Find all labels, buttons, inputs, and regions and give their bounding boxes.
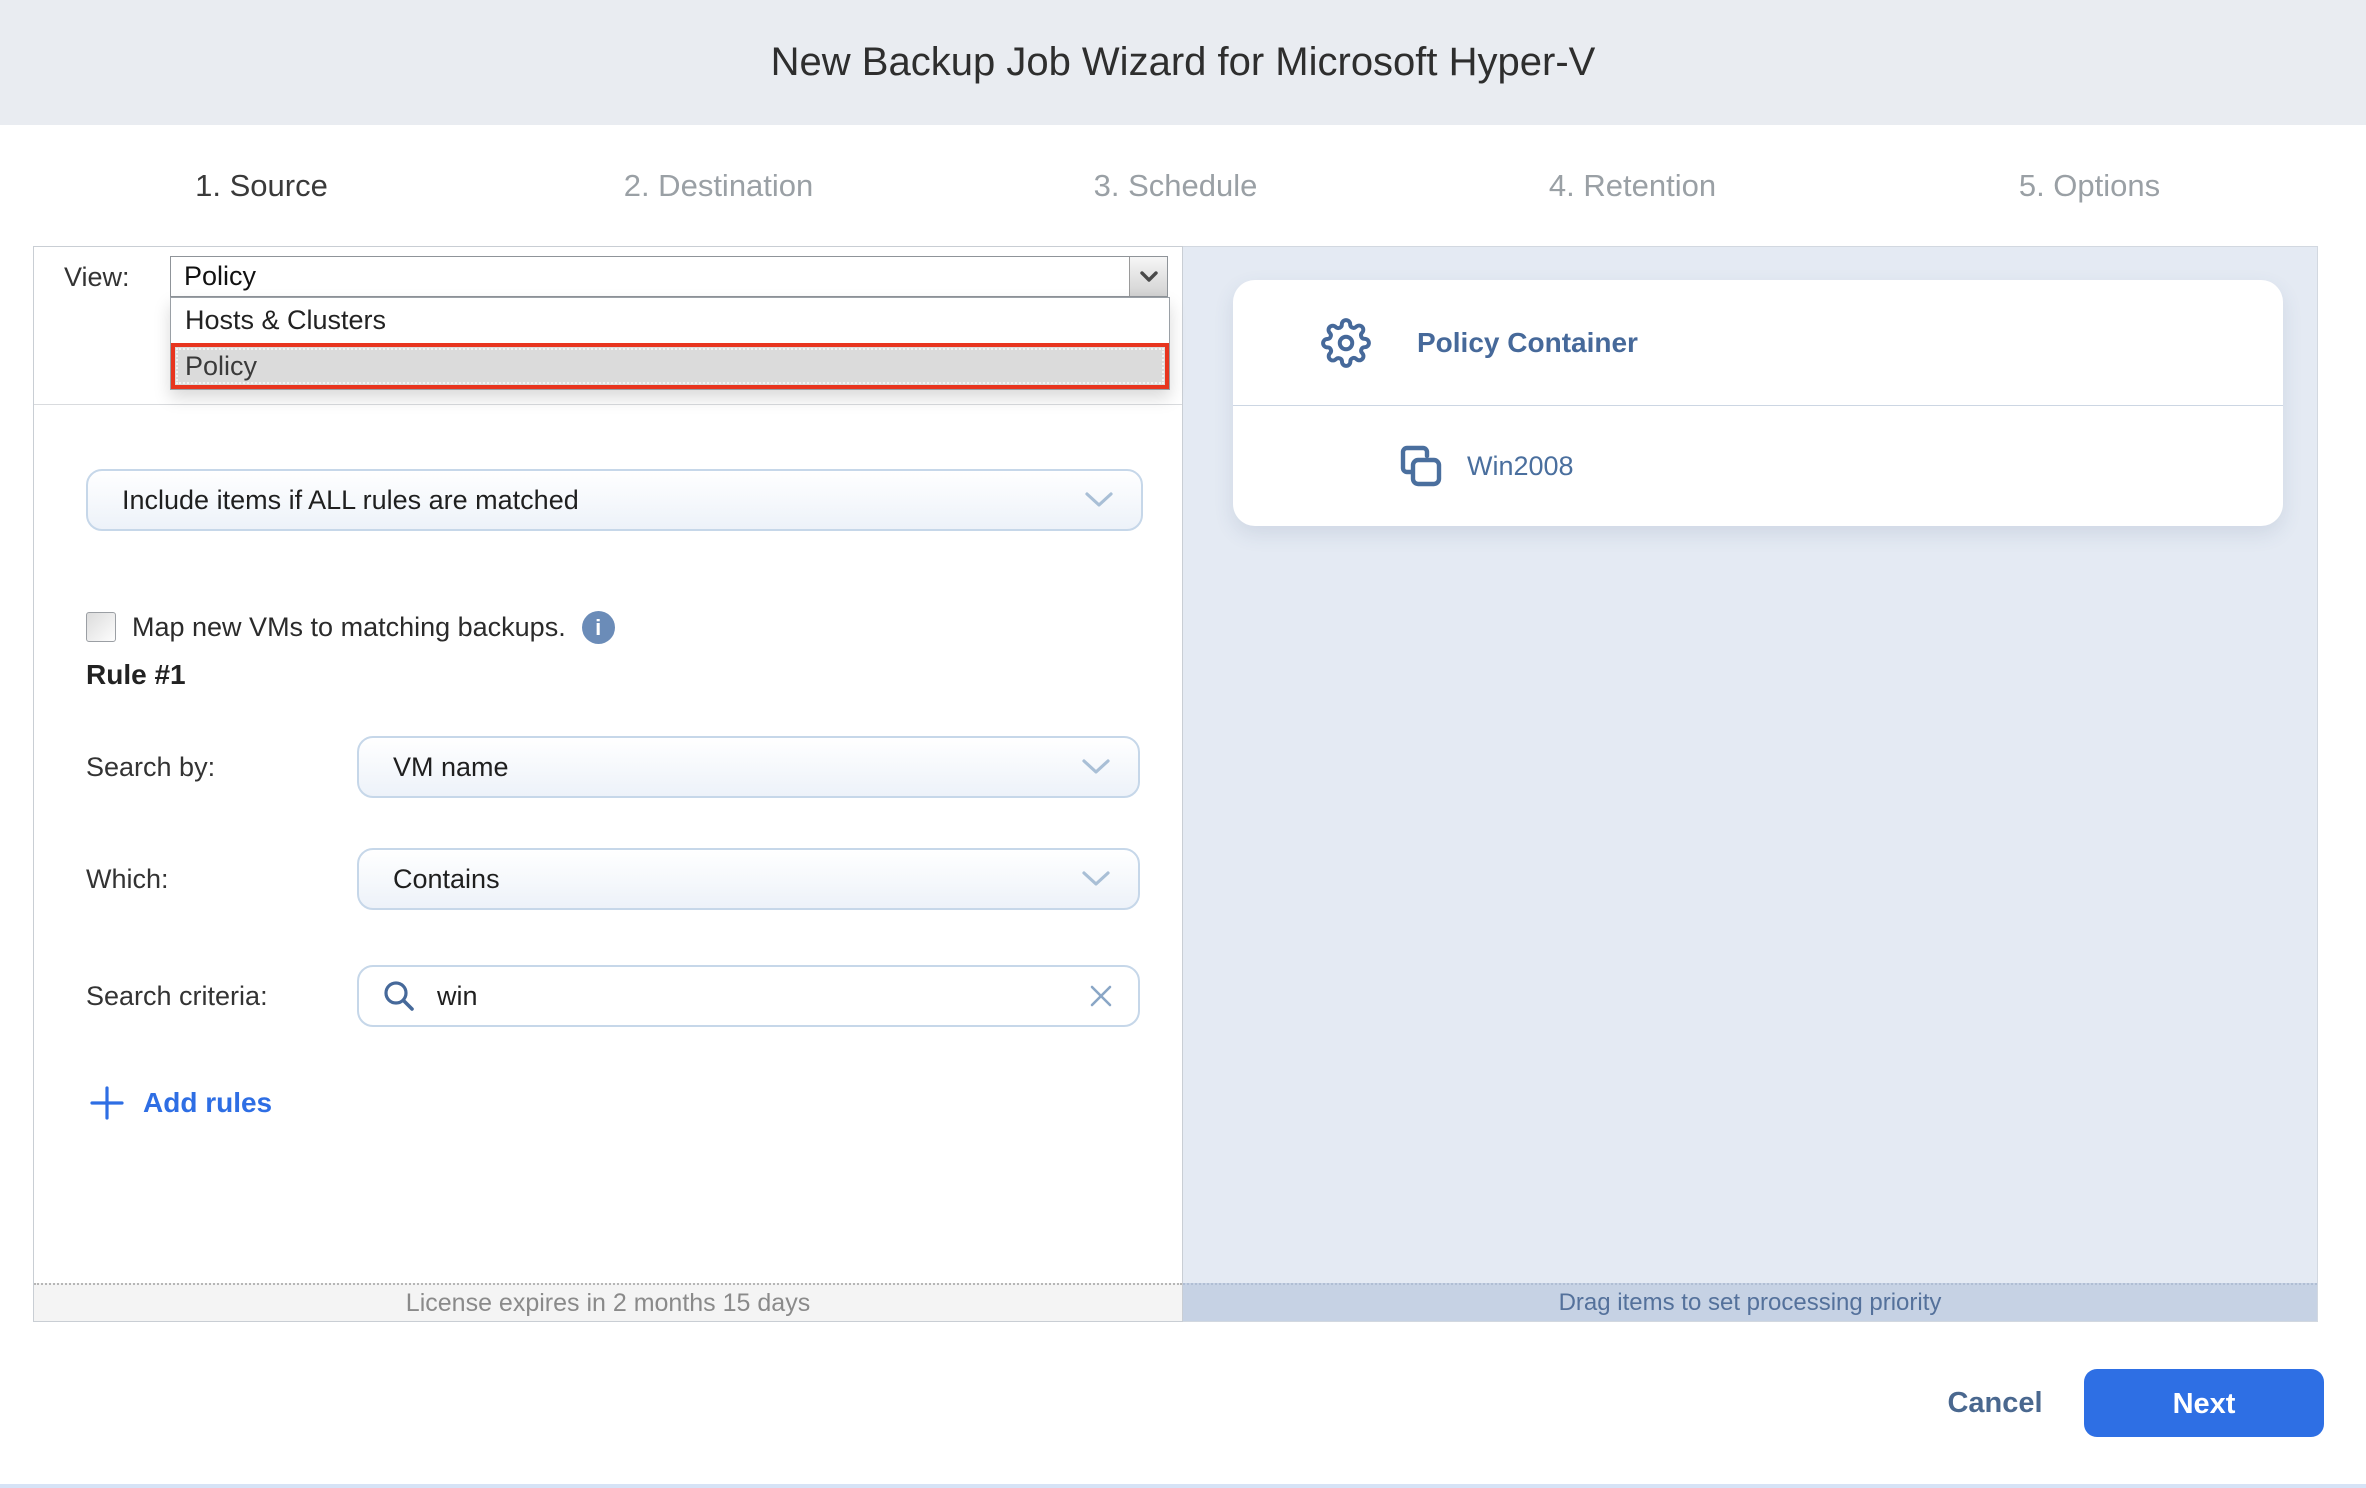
page-title: New Backup Job Wizard for Microsoft Hype…: [0, 0, 2366, 125]
search-by-value: VM name: [359, 752, 1082, 783]
step-schedule[interactable]: 3. Schedule: [947, 125, 1404, 246]
view-row: View: Policy Hosts & Clusters Policy: [34, 247, 1182, 405]
license-status-bar: License expires in 2 months 15 days: [34, 1283, 1182, 1321]
drag-hint-bar: Drag items to set processing priority: [1183, 1283, 2317, 1321]
step-retention[interactable]: 4. Retention: [1404, 125, 1861, 246]
view-combobox-value: Policy: [171, 257, 1129, 296]
include-rule-select[interactable]: Include items if ALL rules are matched: [86, 469, 1143, 531]
view-combobox-arrow-button[interactable]: [1129, 257, 1167, 296]
view-dropdown-list: Hosts & Clusters Policy: [170, 297, 1170, 390]
vm-item-label: Win2008: [1467, 451, 1574, 482]
include-rule-value: Include items if ALL rules are matched: [88, 485, 1085, 516]
view-option-policy[interactable]: Policy: [175, 347, 1165, 385]
search-criteria-field: [357, 965, 1140, 1027]
policy-container-label: Policy Container: [1417, 327, 1638, 359]
search-by-label: Search by:: [86, 747, 215, 787]
chevron-down-icon: [1082, 759, 1110, 776]
plus-icon: [89, 1085, 125, 1121]
add-rules-label: Add rules: [143, 1087, 272, 1119]
vm-icon: [1397, 442, 1445, 490]
chevron-down-icon: [1085, 492, 1113, 509]
chevron-down-icon: [1082, 871, 1110, 888]
step-source[interactable]: 1. Source: [33, 125, 490, 246]
policy-container-card: Policy Container Win2008: [1233, 280, 2283, 526]
which-label: Which:: [86, 859, 169, 899]
wizard-header: New Backup Job Wizard for Microsoft Hype…: [0, 0, 2366, 125]
search-icon: [381, 978, 417, 1014]
which-value: Contains: [359, 864, 1082, 895]
chevron-down-icon: [1140, 271, 1158, 283]
map-vms-label: Map new VMs to matching backups.: [132, 612, 566, 643]
next-button[interactable]: Next: [2084, 1369, 2324, 1437]
search-by-select[interactable]: VM name: [357, 736, 1140, 798]
search-criteria-label: Search criteria:: [86, 976, 268, 1016]
policy-container-row[interactable]: Policy Container: [1233, 280, 2283, 406]
vm-list-item[interactable]: Win2008: [1233, 406, 2283, 526]
view-option-hosts-clusters[interactable]: Hosts & Clusters: [171, 298, 1169, 343]
map-vms-row: Map new VMs to matching backups. i: [86, 605, 615, 649]
step-destination[interactable]: 2. Destination: [490, 125, 947, 246]
step-options[interactable]: 5. Options: [1861, 125, 2318, 246]
map-vms-checkbox[interactable]: [86, 612, 116, 642]
source-panel: View: Policy Hosts & Clusters Policy Inc…: [33, 246, 1183, 1322]
cancel-button[interactable]: Cancel: [1900, 1372, 2090, 1434]
dialog-bottom-border: [0, 1484, 2366, 1488]
view-combobox[interactable]: Policy: [170, 256, 1168, 297]
view-label: View:: [64, 257, 130, 297]
view-option-policy-highlight: Policy: [171, 343, 1169, 389]
preview-panel: Policy Container Win2008 Drag items to s…: [1183, 246, 2318, 1322]
clear-search-icon[interactable]: [1088, 983, 1114, 1009]
which-select[interactable]: Contains: [357, 848, 1140, 910]
gear-icon: [1321, 318, 1371, 368]
search-criteria-input[interactable]: [417, 980, 1088, 1013]
rule-title: Rule #1: [86, 655, 186, 695]
wizard-steps: 1. Source 2. Destination 3. Schedule 4. …: [33, 125, 2318, 246]
add-rules-button[interactable]: Add rules: [89, 1081, 272, 1125]
info-icon[interactable]: i: [582, 611, 615, 644]
